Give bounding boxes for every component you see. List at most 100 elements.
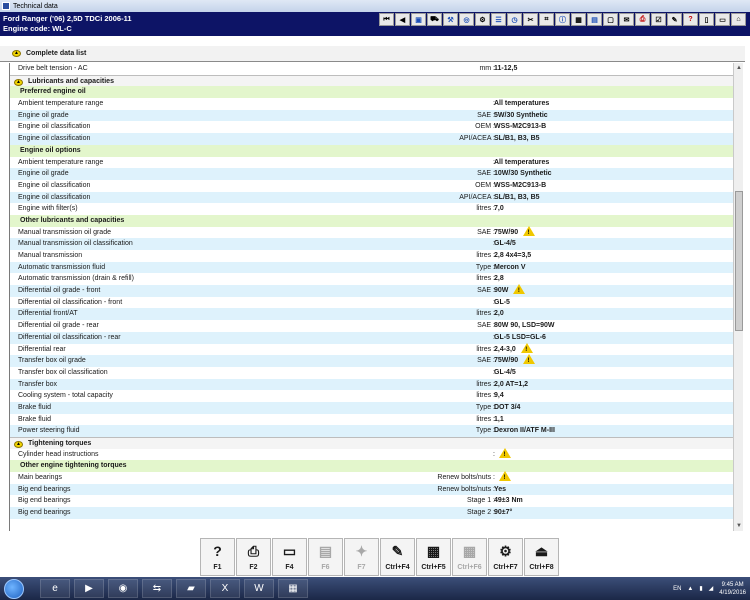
row-label: Differential oil grade - rear (18, 322, 99, 330)
data-row: Transfer box oil grade SAE :75W/90 (10, 354, 733, 368)
vertical-scrollbar[interactable]: ▲ ▼ (733, 63, 743, 531)
clock[interactable]: 9:45 AM 4/19/2016 (719, 581, 746, 597)
gauge-icon[interactable]: ◎ (459, 13, 474, 26)
row-unit: litres : (476, 415, 495, 423)
warning-icon[interactable] (520, 342, 533, 356)
folder-open-icon[interactable]: ▭ (715, 13, 730, 26)
function-key-bar: ? F1 ⎙ F2 ▭ F4 ▤ F6 ✦ F7 ✎ Ctrl+F4 ▦ Ctrl+F5 ▦ Ctrl+F6 ⚙… (200, 538, 559, 576)
data-row: Engine oil classification OEM : WSS-M2C913… (10, 179, 733, 192)
row-unit: API/ACEA : (459, 193, 495, 201)
data-row: Engine oil grade SAE :5W/30 Synthetic (10, 109, 733, 122)
data-row: Engine oil grade SAE :10W/30 Synthetic (10, 168, 733, 180)
row-value: 9,4 (494, 390, 504, 402)
fkey-label: Ctrl+F6 (457, 564, 482, 571)
data-row: Differential oil grade - rear SAE :80W 90… (10, 320, 733, 332)
row-value: 2,0 AT=1,2 (494, 379, 528, 391)
print-icon[interactable]: ⎙ (635, 13, 650, 26)
ie-icon[interactable]: e (40, 579, 70, 598)
tray-arrow-icon[interactable]: ▲ (687, 586, 693, 592)
diagram-icon[interactable]: ⌗ (539, 13, 554, 26)
section-title: Tightening torques (28, 440, 92, 447)
notes-icon[interactable]: ✎ (667, 13, 682, 26)
data-row: Main bearings Renew bolts/nuts : (10, 471, 733, 485)
data-row: Manual transmission oil classification: G… (10, 238, 733, 250)
fkey-label: F6 (321, 564, 330, 571)
mail-icon[interactable]: ✉ (619, 13, 634, 26)
warning-icon[interactable] (499, 447, 511, 462)
fkey-ctrl-f4-button[interactable]: ✎ Ctrl+F4 (380, 538, 415, 576)
row-value: 10W/30 Synthetic (494, 168, 552, 180)
collapse-chevron-icon[interactable]: ▲ (12, 50, 21, 57)
page-icon[interactable]: ▯ (699, 13, 714, 26)
row-value: WSS-M2C913-B (494, 180, 546, 192)
row-value-text: 2,0 (494, 310, 504, 318)
tools-icon[interactable]: ✂ (523, 13, 538, 26)
row-label: Big end bearings (18, 497, 71, 505)
warning-icon[interactable] (499, 471, 511, 485)
home-icon[interactable]: ⌂ (731, 13, 746, 26)
data-row: Power steering fluid Type : Dexron II/ATF … (10, 425, 733, 437)
start-button[interactable] (4, 579, 24, 599)
collapse-chevron-icon[interactable]: ▲ (14, 78, 23, 86)
complete-data-list-header[interactable]: ▲ Complete data list (0, 46, 745, 62)
data-row: Big end bearings Stage 2 :90±7° (10, 507, 733, 519)
row-unit: SAE : (477, 228, 495, 236)
subsection-header: Engine oil options (10, 144, 733, 157)
fkey-ctrl-f5-button[interactable]: ▦ Ctrl+F5 (416, 538, 451, 576)
warning-icon[interactable] (523, 225, 536, 239)
fkey-f2-button[interactable]: ⎙ F2 (236, 538, 271, 576)
data-row: Automatic transmission (drain & refill) l… (10, 273, 733, 286)
row-unit: litres : (476, 252, 495, 259)
row-label: Engine oil classification (18, 135, 91, 143)
list-icon[interactable]: ☰ (491, 13, 506, 26)
row-unit: API/ACEA : (459, 135, 495, 143)
word-icon[interactable]: W (244, 579, 274, 598)
help-icon[interactable]: ? (683, 13, 698, 26)
scroll-down-icon[interactable]: ▼ (734, 521, 744, 531)
excel-icon[interactable]: X (210, 579, 240, 598)
warning-icon[interactable] (523, 354, 536, 368)
teamviewer-icon[interactable]: ⇆ (142, 579, 172, 598)
language-indicator[interactable]: EN (673, 586, 681, 592)
wrench-icon[interactable]: ⚒ (443, 13, 458, 26)
clock-date: 4/19/2016 (719, 589, 746, 596)
fkey-icon: ⚙ (499, 543, 512, 559)
section-header: ▲ Tightening torques (10, 437, 733, 449)
info-icon[interactable]: ⓘ (555, 13, 570, 26)
back-icon[interactable]: ◀ (395, 13, 410, 26)
row-label: Ambient temperature range (18, 100, 104, 108)
row-value-text: All temperatures (494, 158, 550, 166)
first-page-icon[interactable]: ⏮ (379, 13, 394, 26)
fkey-f1-button[interactable]: ? F1 (200, 538, 235, 576)
row-unit: SAE : (477, 322, 495, 330)
grid-icon[interactable]: ▦ (571, 13, 586, 26)
data-row: Ambient temperature range: All temperatur… (10, 156, 733, 169)
collapse-chevron-icon[interactable]: ▲ (14, 441, 23, 448)
data-row: Big end bearings Renew bolts/nuts : Yes (10, 483, 733, 496)
scrollbar-thumb[interactable] (735, 191, 743, 331)
warning-icon[interactable] (513, 284, 526, 298)
row-label: Engine with filter(s) (18, 205, 78, 213)
vehicle-icon[interactable]: ⛟ (427, 13, 442, 26)
autodata-icon[interactable]: ▦ (278, 579, 308, 598)
timer-icon[interactable]: ◷ (507, 13, 522, 26)
row-value-text: GL-4/5 (494, 368, 516, 376)
row-unit: litres : (476, 205, 495, 213)
file-explorer-icon[interactable]: ▰ (176, 579, 206, 598)
media-player-icon[interactable]: ▶ (74, 579, 104, 598)
engine-icon[interactable]: ⚙ (475, 13, 490, 26)
folder-icon[interactable]: ▣ (411, 13, 426, 26)
document-icon[interactable]: ▤ (587, 13, 602, 26)
row-value: 49±3 Nm (494, 495, 523, 507)
fkey-ctrl-f7-button[interactable]: ⚙ Ctrl+F7 (488, 538, 523, 576)
network-icon[interactable]: ▮ (699, 585, 702, 592)
checklist-icon[interactable]: ☑ (651, 13, 666, 26)
row-unit: Stage 1 : (466, 497, 495, 505)
fkey-f4-button[interactable]: ▭ F4 (272, 538, 307, 576)
fkey-ctrl-f8-button[interactable]: ⏏ Ctrl+F8 (524, 538, 559, 576)
chrome-icon[interactable]: ◉ (108, 579, 138, 598)
row-unit: litres : (476, 345, 495, 353)
scroll-up-icon[interactable]: ▲ (734, 63, 744, 73)
blank-icon[interactable]: ▢ (603, 13, 618, 26)
volume-icon[interactable]: ◢ (709, 585, 714, 592)
